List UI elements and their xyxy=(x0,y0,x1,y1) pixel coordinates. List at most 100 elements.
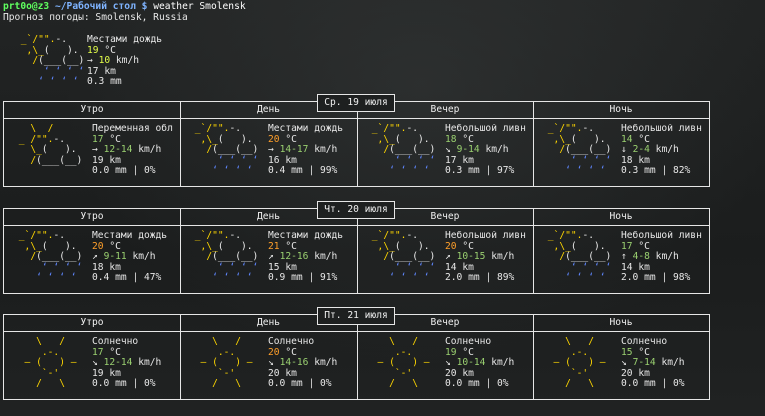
condition-text: Солнечно xyxy=(92,337,139,347)
day-label: Ср. 19 июля xyxy=(317,94,395,112)
wind-unit: km/h xyxy=(314,144,338,156)
condition-text: Местами дождь xyxy=(268,124,344,134)
rain-chance: 0% xyxy=(144,165,156,177)
wind-unit: km/h xyxy=(655,144,679,156)
condition-text: Небольшой ливн xyxy=(445,231,526,241)
wind-speed: 4-8 xyxy=(632,251,650,263)
temp-unit: °C xyxy=(638,240,650,252)
rain-chance: 0% xyxy=(144,378,156,390)
current-patchy-rain-icon: _`/"".-. ,\_( ). /(___(__) ‘ ‘ ‘ ‘ ‘ ‘ ‘… xyxy=(15,34,85,88)
visibility: 16 km xyxy=(268,154,297,166)
separator: | xyxy=(132,378,139,390)
wind-unit: km/h xyxy=(491,251,515,263)
wind-speed: 14-16 xyxy=(279,357,309,369)
condition-text: Местами дождь xyxy=(92,231,168,241)
wind-speed: 7-14 xyxy=(632,357,656,369)
period-header: Утро xyxy=(80,211,104,222)
period-header: Ночь xyxy=(609,211,633,222)
separator: | xyxy=(132,165,139,177)
day-label: Чт. 20 июля xyxy=(317,201,395,219)
forecast-info: Местами дождь 20 °C → 14-17 km/h 16 km 0… xyxy=(268,124,356,177)
current-temp: 19 xyxy=(87,44,99,56)
wind-arrow: ↓ xyxy=(621,144,627,156)
temp-unit: °C xyxy=(109,133,121,145)
forecast-info: Местами дождь 21 °C ↗ 12-16 km/h 15 km 0… xyxy=(268,231,356,284)
current-visibility: 17 km xyxy=(87,65,116,77)
rain-chance: 0% xyxy=(497,378,509,390)
condition-text: Переменная обл xyxy=(92,124,173,134)
wind-arrow: ↘ xyxy=(268,357,274,369)
condition-text: Небольшой ливн xyxy=(445,124,526,134)
forecast-info: Небольшой ливн 17 °C ↑ 4-8 km/h 14 km 2.… xyxy=(621,231,709,284)
temp-unit: °C xyxy=(285,240,297,252)
forecast-info: Солнечно 20 °C ↘ 14-16 km/h 20 km 0.0 mm… xyxy=(268,337,356,390)
wind-speed: 14-17 xyxy=(279,144,309,156)
current-conditions: Местами дождь 19 °C → 10 km/h 17 km 0.3 … xyxy=(87,34,162,88)
light-rain-icon: _`/"".-. ,\_( ). /(___(__) ‘ ‘ ‘ ‘ ‘ ‘ ‘… xyxy=(366,123,436,177)
temp-unit: °C xyxy=(638,346,650,358)
wind-speed: 2-4 xyxy=(632,144,650,156)
rain-chance: 0% xyxy=(673,378,685,390)
rain-chance: 0% xyxy=(320,378,332,390)
wind-arrow: → xyxy=(268,144,274,156)
wind-arrow: ↘ xyxy=(445,144,451,156)
temperature: 20 xyxy=(445,240,457,252)
forecast-day-table: Утро День Вечер Ночь _`/"".-. ,\_( ). /(___… xyxy=(3,201,710,294)
wind-speed: 9-11 xyxy=(103,251,127,263)
wind-unit: km/h xyxy=(314,357,338,369)
precipitation: 0.4 mm xyxy=(92,272,127,284)
visibility: 19 km xyxy=(92,154,121,166)
visibility: 18 km xyxy=(621,154,650,166)
separator: | xyxy=(661,272,668,284)
sunny-icon: \ / .-. ― ( ) ― `-' / \ xyxy=(542,336,618,390)
condition-text: Солнечно xyxy=(621,337,668,347)
visibility: 18 km xyxy=(92,261,121,273)
wind-unit: km/h xyxy=(314,251,338,263)
visibility: 20 km xyxy=(445,367,474,379)
rain-chance: 97% xyxy=(497,165,515,177)
temperature: 18 xyxy=(445,133,457,145)
precipitation: 0.4 mm xyxy=(268,165,303,177)
forecast-info: Солнечно 17 °C ↘ 12-14 km/h 19 km 0.0 mm… xyxy=(92,337,180,390)
period-header: Утро xyxy=(80,104,104,115)
separator: | xyxy=(661,165,668,177)
forecast-info: Переменная обл 17 °C → 12-14 km/h 19 km … xyxy=(92,124,180,177)
light-rain-icon: _`/"".-. ,\_( ). /(___(__) ‘ ‘ ‘ ‘ ‘ ‘ ‘… xyxy=(542,230,612,284)
wind-unit: km/h xyxy=(132,251,156,263)
temperature: 17 xyxy=(92,346,104,358)
wind-arrow: ↘ xyxy=(621,357,627,369)
precipitation: 0.0 mm xyxy=(92,165,127,177)
separator: | xyxy=(661,378,668,390)
wind-arrow: ↗ xyxy=(92,251,98,263)
temp-unit: °C xyxy=(462,346,474,358)
wind-unit: km/h xyxy=(485,144,509,156)
rain-chance: 99% xyxy=(320,165,338,177)
condition-text: Небольшой ливн xyxy=(621,231,702,241)
separator: | xyxy=(485,378,492,390)
visibility: 15 km xyxy=(268,261,297,273)
forecast-info: Небольшой ливн 18 °C ↘ 9-14 km/h 17 km 0… xyxy=(445,124,533,177)
temperature: 17 xyxy=(92,133,104,145)
wind-arrow: ↑ xyxy=(621,251,627,263)
period-header: Ночь xyxy=(609,104,633,115)
visibility: 17 km xyxy=(445,154,474,166)
precipitation: 0.0 mm xyxy=(445,378,480,390)
rain-chance: 82% xyxy=(673,165,691,177)
patchy-rain-icon: _`/"".-. ,\_( ). /(___(__) ‘ ‘ ‘ ‘ ‘ ‘ ‘… xyxy=(13,230,83,284)
temperature: 21 xyxy=(268,240,280,252)
precipitation: 2.0 mm xyxy=(621,272,656,284)
condition-text: Местами дождь xyxy=(268,231,344,241)
forecast-day-table: Утро День Вечер Ночь \ / _ /"".-. \_( ). /(… xyxy=(3,94,710,187)
visibility: 14 km xyxy=(621,261,650,273)
separator: | xyxy=(485,165,492,177)
visibility: 14 km xyxy=(445,261,474,273)
temp-unit: °C xyxy=(285,346,297,358)
rain-chance: 47% xyxy=(144,272,162,284)
wind-speed: 9-14 xyxy=(456,144,480,156)
condition-text: Солнечно xyxy=(268,337,315,347)
temp-unit: °C xyxy=(462,133,474,145)
command-text: weather Smolensk xyxy=(153,1,246,12)
temperature: 15 xyxy=(621,346,633,358)
precipitation: 2.0 mm xyxy=(445,272,480,284)
precipitation: 0.3 mm xyxy=(445,165,480,177)
